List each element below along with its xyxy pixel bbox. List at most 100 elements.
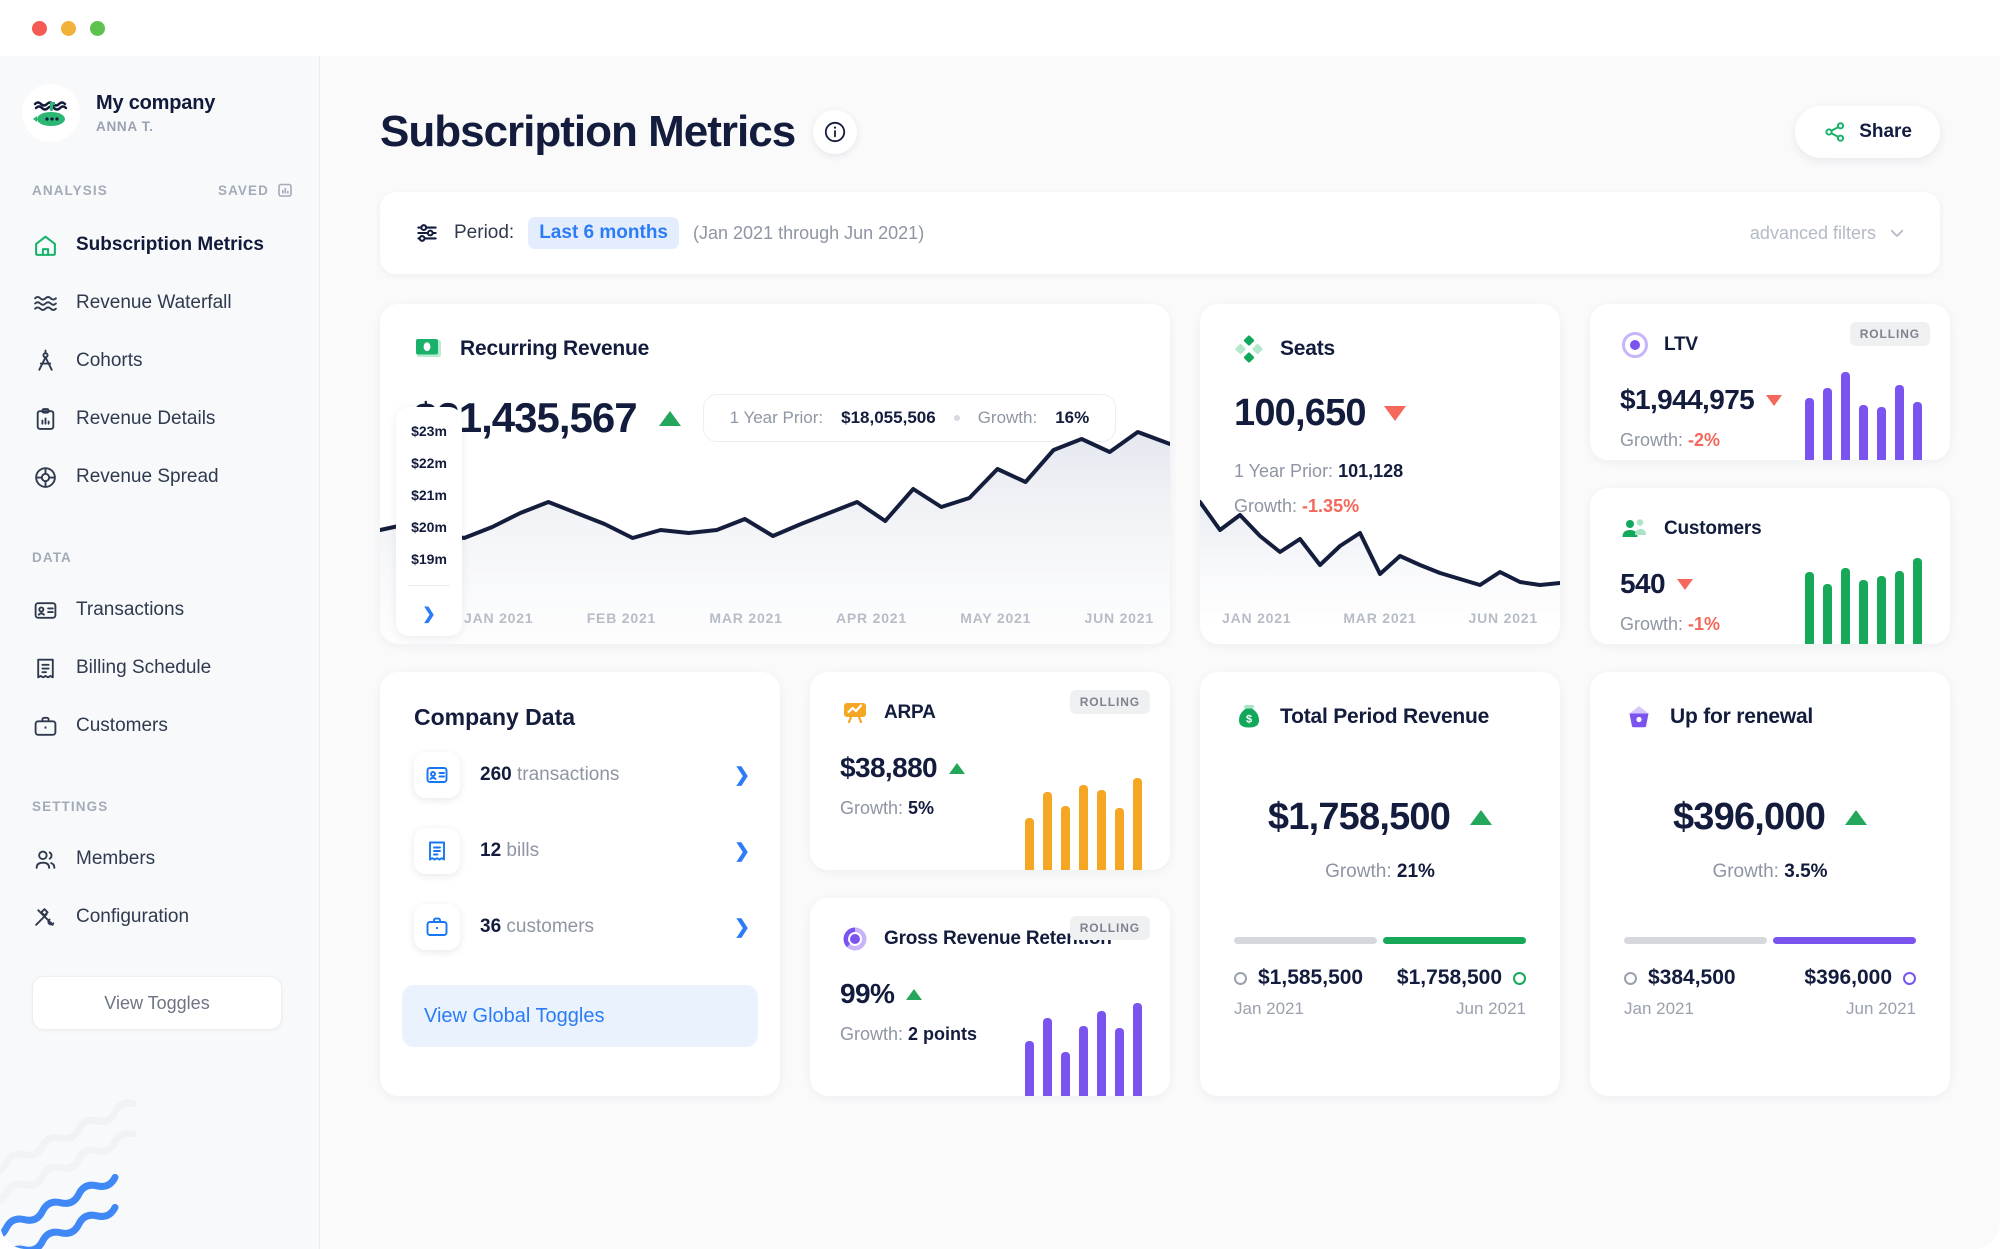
y-tick: $21m xyxy=(411,487,447,503)
metric-value: $1,758,500 xyxy=(1267,796,1451,838)
chart-y-axis[interactable]: $23m $22m $21m $20m $19m ❯ xyxy=(396,407,462,636)
advanced-filters-toggle[interactable]: advanced filters xyxy=(1750,223,1906,244)
rolling-badge: ROLLING xyxy=(1069,916,1150,940)
bar xyxy=(1805,572,1814,644)
progress-segment-start xyxy=(1624,937,1767,944)
trend-down-icon xyxy=(1676,578,1693,590)
x-tick: MAY 2021 xyxy=(960,610,1032,626)
view-global-toggles-button[interactable]: View Global Toggles xyxy=(402,985,758,1047)
target-icon xyxy=(1620,330,1650,360)
x-tick: MAR 2021 xyxy=(1343,610,1417,626)
chevron-right-icon[interactable]: ❯ xyxy=(734,840,750,863)
card-header: Recurring Revenue xyxy=(380,304,1170,364)
briefcase-icon xyxy=(414,904,460,950)
growth-label: Growth: xyxy=(1620,614,1684,634)
info-icon[interactable] xyxy=(813,110,858,154)
share-button[interactable]: Share xyxy=(1795,106,1940,158)
progress-endpoints: $384,500 $396,000 xyxy=(1590,966,1950,990)
sidebar-item-label: Transactions xyxy=(76,599,185,620)
chevron-right-icon[interactable]: ❯ xyxy=(734,916,750,939)
window-close-button[interactable] xyxy=(32,20,47,36)
company-data-row-transactions[interactable]: 260 transactions ❯ xyxy=(380,743,780,807)
saved-views-button[interactable]: SAVED xyxy=(218,182,293,198)
sidebar-section-data-header: DATA xyxy=(32,550,72,565)
prior-value: 101,128 xyxy=(1338,461,1404,481)
sliders-icon[interactable] xyxy=(414,220,440,246)
arpa-grr-stack: ROLLING ARPA $38,880 Growth: 5% ROLLING … xyxy=(810,672,1170,1096)
window-titlebar xyxy=(0,0,2000,56)
growth-label: Growth: xyxy=(1712,861,1779,882)
bar xyxy=(1097,790,1106,870)
saved-label: SAVED xyxy=(217,182,269,198)
progress-segment-end xyxy=(1773,937,1916,944)
window-minimize-button[interactable] xyxy=(61,20,76,36)
card-arpa: ROLLING ARPA $38,880 Growth: 5% xyxy=(810,672,1170,870)
bar xyxy=(1079,785,1088,870)
tools-icon xyxy=(32,904,58,930)
metric-value: 100,650 xyxy=(1234,392,1367,434)
sidebar-item-label: Customers xyxy=(76,715,168,736)
growth-value: 2 points xyxy=(908,1024,978,1044)
y-tick: $19m xyxy=(411,551,447,567)
growth-label: Growth: xyxy=(840,1024,904,1044)
sidebar-section-label: ANALYSIS xyxy=(32,182,108,198)
growth-label: Growth: xyxy=(840,798,904,818)
end-marker-icon xyxy=(1513,971,1526,985)
progress-dates: Jan 2021 Jun 2021 xyxy=(1590,999,1950,1019)
brand[interactable]: My company ANNA T. xyxy=(0,56,319,142)
start-value: $1,585,500 xyxy=(1258,966,1364,989)
saved-chart-icon xyxy=(278,183,292,197)
bar xyxy=(1895,571,1904,644)
card-title: Customers xyxy=(1664,518,1762,539)
row-text: 12 bills xyxy=(480,840,539,862)
company-data-row-bills[interactable]: 12 bills ❯ xyxy=(380,819,780,883)
sidebar-item-configuration[interactable]: Configuration xyxy=(0,888,319,946)
sidebar-item-subscription-metrics[interactable]: Subscription Metrics xyxy=(0,216,319,274)
window-maximize-button[interactable] xyxy=(90,20,105,36)
prior-label: 1 Year Prior: xyxy=(1234,461,1334,481)
sidebar-item-cohorts[interactable]: Cohorts xyxy=(0,332,319,390)
period-value-button[interactable]: Last 6 months xyxy=(528,217,680,249)
trend-up-icon xyxy=(1845,810,1868,825)
sidebar-item-transactions[interactable]: Transactions xyxy=(0,581,319,639)
x-tick: MAR 2021 xyxy=(709,610,783,626)
growth-label: Growth: xyxy=(1325,861,1392,882)
trend-down-icon xyxy=(1766,394,1783,406)
chart-expand-chevron-icon[interactable]: ❯ xyxy=(422,604,435,624)
share-label: Share xyxy=(1859,121,1912,142)
sidebar-item-members[interactable]: Members xyxy=(0,830,319,888)
sidebar-item-billing-schedule[interactable]: Billing Schedule xyxy=(0,639,319,697)
company-data-row-customers[interactable]: 36 customers ❯ xyxy=(380,895,780,959)
card-title: LTV xyxy=(1664,334,1698,355)
growth-value: 3.5% xyxy=(1784,861,1828,882)
customers-bars-chart xyxy=(1805,544,1922,644)
card-title: Seats xyxy=(1280,337,1336,360)
card-recurring-revenue: Recurring Revenue $21,435,567 1 Year Pri… xyxy=(380,304,1170,644)
advanced-filters-label: advanced filters xyxy=(1749,222,1876,243)
card-header: Up for renewal xyxy=(1590,672,1950,732)
card-title: Total Period Revenue xyxy=(1280,705,1490,728)
sidebar-section-settings-header: SETTINGS xyxy=(32,799,109,814)
y-tick: $20m xyxy=(411,519,447,535)
company-name: My company xyxy=(96,92,216,114)
card-seats: Seats 100,650 1 Year Prior: 101,128 Grow… xyxy=(1200,304,1560,644)
sidebar-item-customers[interactable]: Customers xyxy=(0,697,319,755)
growth-value: 21% xyxy=(1396,861,1435,882)
bar xyxy=(1859,405,1868,460)
sidebar-item-label: Subscription Metrics xyxy=(76,234,264,255)
sidebar-item-label: Billing Schedule xyxy=(76,657,212,678)
page-header-left: Subscription Metrics xyxy=(380,107,858,157)
chevron-right-icon[interactable]: ❯ xyxy=(734,764,750,787)
sidebar-item-revenue-spread[interactable]: Revenue Spread xyxy=(0,448,319,506)
clipboard-chart-icon xyxy=(32,406,58,432)
card-company-data: Company Data 260 transactions ❯ 12 bills… xyxy=(380,672,780,1096)
row-text: 36 customers xyxy=(480,916,594,938)
sidebar-nav-analysis: Subscription Metrics Revenue Waterfall C… xyxy=(0,216,319,506)
bar xyxy=(1079,1026,1088,1096)
sidebar-item-revenue-details[interactable]: Revenue Details xyxy=(0,390,319,448)
row-label: customers xyxy=(506,916,595,937)
bar xyxy=(1913,402,1922,460)
sidebar-nav-settings: Members Configuration xyxy=(0,830,319,946)
progress-dates: Jan 2021 Jun 2021 xyxy=(1200,999,1560,1019)
sidebar-item-revenue-waterfall[interactable]: Revenue Waterfall xyxy=(0,274,319,332)
